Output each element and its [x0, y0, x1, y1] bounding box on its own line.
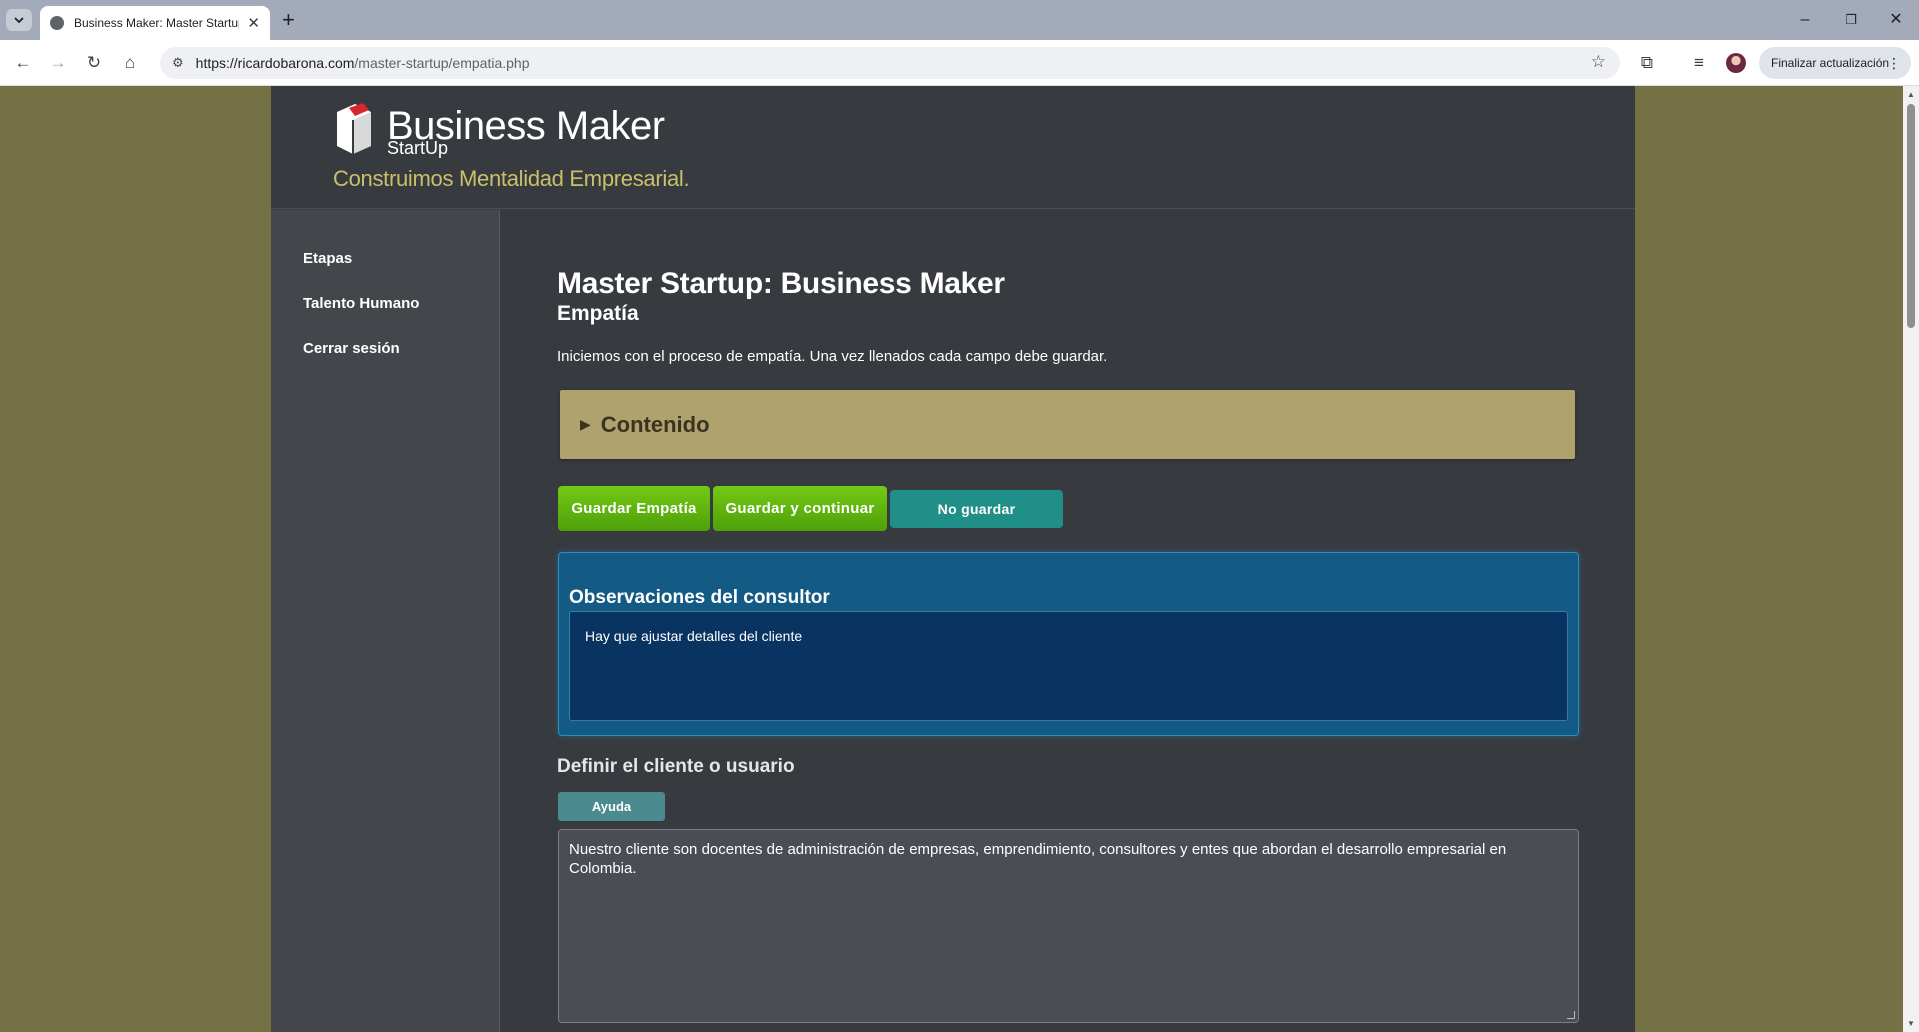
extensions-icon[interactable]: ⧉ [1634, 51, 1660, 75]
kebab-menu-icon: ⋮ [1887, 54, 1901, 71]
sidebar-item-talento-humano[interactable]: Talento Humano [303, 295, 419, 312]
page-viewport: Business Maker StartUp Construimos Menta… [0, 86, 1903, 1032]
globe-icon [50, 16, 64, 30]
tab-title: Business Maker: Master Startup [74, 16, 240, 30]
restore-icon[interactable]: ❐ [1836, 8, 1866, 32]
scroll-thumb[interactable] [1907, 104, 1915, 328]
page-title: Master Startup: Business Maker [557, 267, 1005, 300]
brand-tagline: Construimos Mentalidad Empresarial. [333, 166, 690, 191]
help-button[interactable]: Ayuda [558, 792, 665, 821]
media-queue-icon[interactable]: ≡ [1686, 51, 1712, 75]
reload-icon[interactable]: ↻ [81, 51, 107, 75]
minimize-icon[interactable]: – [1790, 8, 1820, 32]
url-path: /master-startup/empatia.php [354, 55, 530, 71]
close-icon[interactable]: ✕ [247, 16, 260, 31]
window-close-icon[interactable]: ✕ [1881, 8, 1911, 32]
home-icon[interactable]: ⌂ [117, 51, 143, 75]
cube-logo-icon [337, 103, 371, 154]
update-label: Finalizar actualización [1771, 56, 1890, 70]
forward-icon[interactable]: → [45, 51, 71, 75]
browser-tabstrip: Business Maker: Master Startup ✕ + – ❐ ✕ [0, 0, 1919, 40]
observations-textarea[interactable]: Hay que ajustar detalles del cliente [569, 611, 1568, 721]
intro-text: Iniciemos con el proceso de empatía. Una… [557, 348, 1108, 365]
url-host: https://ricardobarona.com [195, 55, 355, 71]
resize-grip-icon[interactable] [1567, 1011, 1575, 1019]
site-info-icon[interactable]: ⚙ [172, 55, 184, 71]
scroll-up-icon[interactable]: ▲ [1907, 90, 1915, 99]
url-text: https://ricardobarona.com/master-startup… [196, 55, 530, 71]
chevron-down-icon [14, 16, 24, 23]
browser-toolbar: ← → ↻ ⌂ ⚙ https://ricardobarona.com/mast… [0, 40, 1919, 86]
scroll-down-icon[interactable]: ▼ [1907, 1019, 1915, 1028]
back-icon[interactable]: ← [10, 51, 36, 75]
contenido-accordion[interactable]: ▶ Contenido [560, 390, 1575, 459]
client-section-title: Definir el cliente o usuario [557, 756, 795, 777]
site-container: Business Maker StartUp Construimos Menta… [271, 86, 1635, 1032]
sidebar-item-cerrar-sesion[interactable]: Cerrar sesión [303, 340, 400, 357]
browser-tab-active[interactable]: Business Maker: Master Startup ✕ [40, 6, 270, 40]
page-scrollbar[interactable]: ▲ ▼ [1903, 86, 1919, 1032]
sidebar-item-etapas[interactable]: Etapas [303, 250, 352, 267]
main-content: Master Startup: Business Maker Empatía I… [500, 210, 1635, 1032]
new-tab-button[interactable]: + [282, 8, 295, 32]
profile-avatar[interactable] [1726, 53, 1746, 73]
no-save-button[interactable]: No guardar [890, 490, 1063, 528]
page-subtitle: Empatía [557, 302, 639, 325]
save-empatia-button[interactable]: Guardar Empatía [558, 486, 710, 531]
brand-subtitle: StartUp [387, 138, 449, 158]
tab-search-button[interactable] [6, 9, 32, 31]
observations-panel: Observaciones del consultor Hay que ajus… [558, 552, 1579, 736]
sidebar: Etapas Talento Humano Cerrar sesión [271, 210, 500, 1032]
client-text-value: Nuestro cliente son docentes de administ… [569, 841, 1507, 877]
update-button[interactable]: Finalizar actualización ⋮ [1759, 47, 1911, 79]
observations-title: Observaciones del consultor [569, 587, 830, 608]
triangle-right-icon: ▶ [580, 416, 591, 432]
accordion-label: Contenido [600, 411, 710, 437]
site-header: Business Maker StartUp Construimos Menta… [271, 86, 1635, 209]
address-bar[interactable]: ⚙ https://ricardobarona.com/master-start… [160, 47, 1620, 79]
client-textarea[interactable]: Nuestro cliente son docentes de administ… [558, 829, 1579, 1023]
bookmark-star-icon[interactable]: ☆ [1591, 52, 1606, 72]
save-continue-button[interactable]: Guardar y continuar [713, 486, 887, 531]
